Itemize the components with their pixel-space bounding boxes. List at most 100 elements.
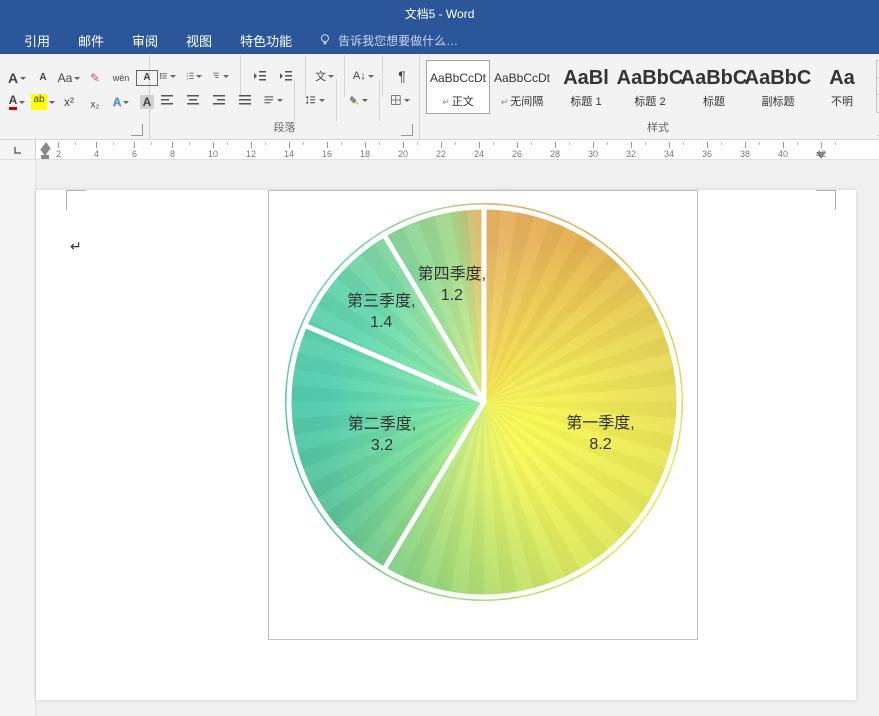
style-name: 副标题: [762, 93, 795, 109]
font-group: A A Aa ✎ wén A A ab x² x₂ A A: [0, 54, 150, 139]
align-center-button[interactable]: [182, 89, 204, 111]
ruler-minor: [797, 140, 798, 159]
pie-chart[interactable]: 第一季度,8.2第二季度,3.2第三季度,1.4第四季度,1.2: [268, 190, 698, 640]
style-sample: AaBl: [563, 65, 609, 91]
shading-button[interactable]: [345, 89, 371, 111]
ruler-minor: [645, 140, 646, 159]
decrease-indent-button[interactable]: [249, 65, 271, 87]
subscript-button[interactable]: x₂: [84, 91, 106, 113]
horizontal-ruler[interactable]: 24681012141618202224262830323436384042: [0, 140, 879, 160]
style-item-5[interactable]: AaBbC 副标题: [746, 60, 810, 114]
tab-selector-icon: [12, 144, 24, 156]
superscript-button[interactable]: x²: [58, 91, 80, 113]
ruler-mark: 20: [398, 140, 408, 159]
tab-references[interactable]: 引用: [10, 26, 64, 54]
ruler-minor: [683, 140, 684, 159]
style-item-1[interactable]: AaBbCcDt↵无间隔: [490, 60, 554, 114]
ruler-mark: 22: [436, 140, 446, 159]
ruler-minor: [721, 140, 722, 159]
tab-special[interactable]: 特色功能: [226, 26, 306, 54]
text-direction-button[interactable]: 文: [314, 65, 336, 87]
ruler-mark: 24: [474, 140, 484, 159]
ruler-mark: 18: [360, 140, 370, 159]
ruler-minor: [379, 140, 380, 159]
ruler-minor: [227, 140, 228, 159]
bullets-button[interactable]: [156, 65, 179, 87]
margin-mark-tl: [66, 190, 86, 210]
ruler-mark: 6: [132, 140, 137, 159]
ruler-mark: 26: [512, 140, 522, 159]
ruler-mark: 42: [816, 140, 826, 159]
tab-review[interactable]: 审阅: [118, 26, 172, 54]
styles-group-label: 样式: [426, 117, 879, 139]
font-color-button[interactable]: A: [6, 91, 28, 113]
pie-label-1: 第二季度,3.2: [337, 415, 427, 457]
page-surface[interactable]: ↵ 第一季度,8.2第二季度,3.2第三季度,1.4第四季度,1.2: [36, 160, 879, 716]
borders-button[interactable]: [387, 89, 413, 111]
paragraph-group-label: 段落: [156, 117, 413, 139]
document-area: ↵ 第一季度,8.2第二季度,3.2第三季度,1.4第四季度,1.2: [0, 160, 879, 716]
change-case-button[interactable]: Aa: [58, 67, 80, 89]
ruler-minor: [455, 140, 456, 159]
clear-format-button[interactable]: ✎: [84, 67, 106, 89]
lightbulb-icon: [318, 33, 332, 47]
ruler-mark: 12: [246, 140, 256, 159]
tab-mailings[interactable]: 邮件: [64, 26, 118, 54]
vertical-ruler[interactable]: [0, 160, 36, 716]
style-sample: AaBbC: [681, 65, 748, 91]
pie-slice-lines: [285, 203, 683, 601]
sort-button[interactable]: A↓: [352, 65, 374, 87]
numbering-button[interactable]: 123: [183, 65, 206, 87]
paragraph-dialog-launcher[interactable]: [401, 124, 413, 136]
style-item-0[interactable]: AaBbCcDt↵正文: [426, 60, 490, 114]
highlight-button[interactable]: ab: [32, 91, 54, 113]
ruler-scale[interactable]: 24681012141618202224262830323436384042: [36, 140, 879, 159]
font-size-grow-button[interactable]: A: [6, 67, 28, 89]
show-marks-button[interactable]: ¶: [391, 65, 413, 87]
align-right-button[interactable]: [208, 89, 230, 111]
text-effects-button[interactable]: A: [110, 91, 132, 113]
style-item-3[interactable]: AaBbC标题 2: [618, 60, 682, 114]
hanging-indent-icon[interactable]: [40, 149, 50, 159]
tell-me[interactable]: 告诉我您想要做什么…: [306, 32, 458, 49]
tell-me-placeholder: 告诉我您想要做什么…: [338, 32, 458, 49]
page[interactable]: ↵ 第一季度,8.2第二季度,3.2第三季度,1.4第四季度,1.2: [36, 190, 856, 700]
font-size-shrink-button[interactable]: A: [32, 67, 54, 89]
style-item-6[interactable]: Aa不明: [810, 60, 874, 114]
phonetic-guide-button[interactable]: wén: [110, 67, 132, 89]
ruler-mark: 40: [778, 140, 788, 159]
line-spacing-button[interactable]: [302, 89, 328, 111]
ruler-mark: 30: [588, 140, 598, 159]
align-justify-button[interactable]: [234, 89, 256, 111]
styles-group: AaBbCcDt↵正文AaBbCcDt↵无间隔AaBl标题 1AaBbC标题 2…: [420, 54, 879, 139]
style-item-2[interactable]: AaBl标题 1: [554, 60, 618, 114]
ruler-minor: [417, 140, 418, 159]
ribbon: A A Aa ✎ wén A A ab x² x₂ A A 123: [0, 54, 879, 140]
pie-wrap: 第一季度,8.2第二季度,3.2第三季度,1.4第四季度,1.2: [285, 203, 683, 601]
first-line-indent-icon[interactable]: [41, 142, 51, 149]
ruler-mark: 36: [702, 140, 712, 159]
style-name: ↵正文: [442, 93, 474, 109]
ruler-corner[interactable]: [0, 140, 36, 159]
ruler-minor: [759, 140, 760, 159]
paragraph-group: 123 文 A↓ ¶: [150, 54, 420, 139]
ruler-minor: [607, 140, 608, 159]
style-name: 标题: [703, 93, 725, 109]
multilevel-list-button[interactable]: [209, 65, 232, 87]
ruler-minor: [835, 140, 836, 159]
ruler-minor: [189, 140, 190, 159]
style-sample: AaBbC: [745, 65, 812, 91]
cursor-mark: ↵: [70, 238, 82, 255]
ruler-mark: 10: [208, 140, 218, 159]
ruler-mark: 32: [626, 140, 636, 159]
font-dialog-launcher[interactable]: [131, 124, 143, 136]
align-distribute-button[interactable]: [260, 89, 286, 111]
ruler-minor: [303, 140, 304, 159]
style-sample: AaBbCcDt: [494, 65, 550, 91]
style-item-4[interactable]: AaBbC 标题: [682, 60, 746, 114]
align-left-button[interactable]: [156, 89, 178, 111]
styles-gallery[interactable]: AaBbCcDt↵正文AaBbCcDt↵无间隔AaBl标题 1AaBbC标题 2…: [426, 58, 879, 114]
ruler-minor: [151, 140, 152, 159]
tab-view[interactable]: 视图: [172, 26, 226, 54]
ruler-mark: 34: [664, 140, 674, 159]
